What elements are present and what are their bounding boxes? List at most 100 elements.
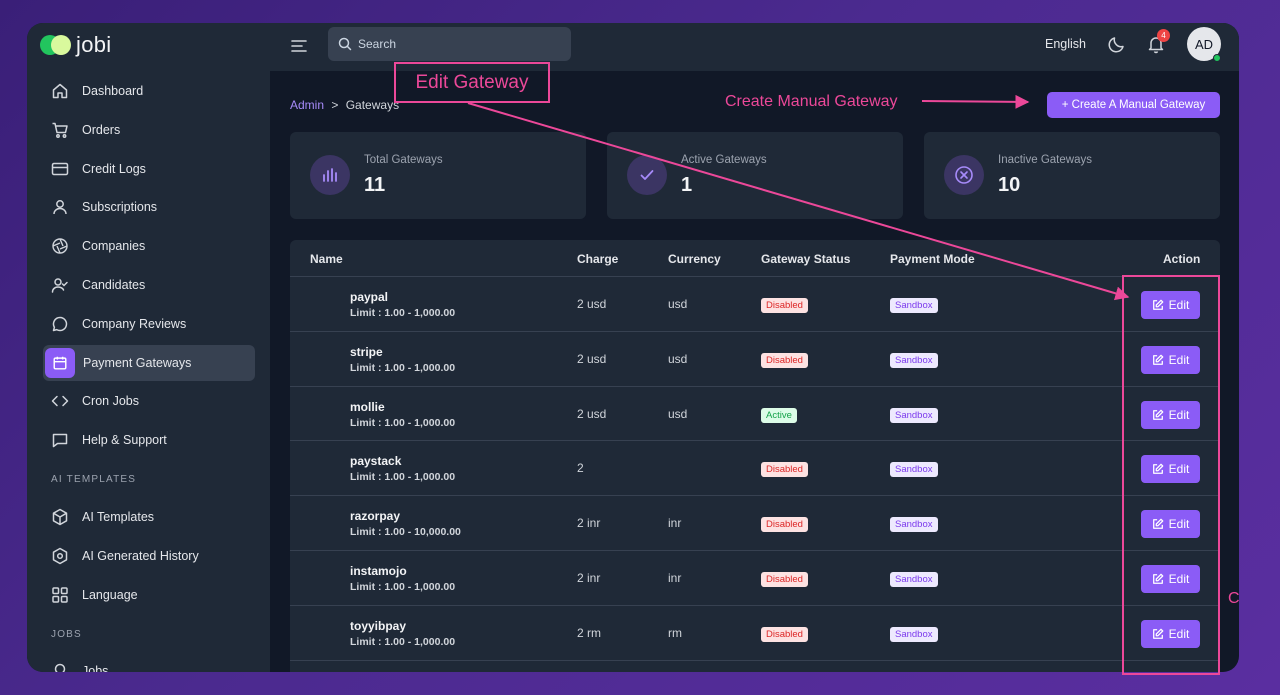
gateway-name: razorpay [350, 509, 401, 524]
online-status-dot [1213, 54, 1221, 62]
create-manual-gateway-button[interactable]: + Create A Manual Gateway [1047, 92, 1220, 118]
gateway-name: paypal [350, 290, 389, 304]
sidebar-item-label: Help & Support [82, 433, 167, 448]
menu-toggle-icon[interactable] [290, 37, 308, 55]
gateway-charge: 2 [577, 461, 584, 476]
sidebar-nav: Dashboard Orders Credit Logs Subscriptions C… [43, 73, 255, 672]
gateway-name: instamojo [350, 563, 407, 578]
gateway-currency: inr [668, 516, 682, 531]
sidebar-item-label: Jobs [82, 664, 109, 672]
check-icon [627, 155, 667, 195]
table-row: paypal Limit : 1.00 - 1,000.00 2 usd usd Dis… [290, 277, 1220, 332]
sidebar-item-subscriptions[interactable]: Subscriptions [43, 189, 255, 225]
logo[interactable]: jobi [40, 32, 111, 58]
sidebar-item-companies[interactable]: Companies [43, 228, 255, 264]
calendar-icon [45, 347, 75, 378]
notification-badge: 4 [1157, 29, 1170, 42]
col-header-mode: Payment Mode [890, 252, 975, 266]
sidebar-item-dashboard[interactable]: Dashboard [43, 73, 255, 109]
sidebar-item-ai-generated-history[interactable]: AI Generated History [43, 538, 255, 574]
sidebar-item-label: Companies [82, 239, 146, 254]
sidebar-item-label: Credit Logs [82, 161, 146, 176]
logo-text: jobi [76, 32, 112, 57]
gateway-currency: usd [668, 351, 688, 366]
sidebar-item-language[interactable]: Language [43, 577, 255, 613]
annotation-partial-letter: C [1228, 590, 1240, 607]
sidebar-item-label: AI Generated History [82, 548, 199, 563]
sidebar-item-ai-templates[interactable]: AI Templates [43, 499, 255, 535]
status-badge: Disabled [761, 352, 808, 368]
gateway-name: toyyibpay [350, 618, 407, 633]
sidebar-item-help-support[interactable]: Help & Support [43, 422, 255, 458]
sidebar-item-candidates[interactable]: Candidates [43, 267, 255, 303]
breadcrumb-admin-link[interactable]: Admin [290, 98, 324, 112]
stat-card-inactive: Inactive Gateways 10 [924, 132, 1220, 219]
col-header-action: Action [1163, 252, 1201, 266]
logo-mark-icon-2 [51, 35, 71, 55]
sidebar-item-label: AI Templates [82, 509, 155, 524]
payment-mode-badge: Sandbox [890, 517, 938, 533]
table-row: toyyibpay Limit : 1.00 - 1,000.00 2 rm rm Di… [290, 606, 1220, 661]
gateway-currency: inr [668, 570, 682, 585]
search-placeholder: Search [358, 37, 397, 51]
stat-card-active: Active Gateways 1 [607, 132, 903, 219]
sidebar-item-label: Language [82, 587, 138, 602]
gateway-limit: Limit : 1.00 - 1,000.00 [350, 361, 456, 374]
sidebar-item-company-reviews[interactable]: Company Reviews [43, 306, 255, 342]
sidebar-item-label: Orders [82, 122, 121, 137]
sidebar-item-orders[interactable]: Orders [43, 112, 255, 148]
gateway-name: stripe [350, 344, 383, 359]
table-row: paystack Limit : 1.00 - 1,000.00 2 Disabled… [290, 441, 1220, 497]
annotation-edit-gateway: Edit Gateway [394, 62, 550, 103]
payment-mode-badge: Sandbox [890, 462, 938, 478]
payment-mode-badge: Sandbox [890, 298, 938, 313]
stat-label: Inactive Gateways [998, 154, 1092, 166]
gateway-charge: 2 inr [577, 570, 601, 585]
col-header-status: Gateway Status [761, 252, 851, 266]
table-header: Name Charge Currency Gateway Status Paym… [290, 240, 1220, 277]
user-check-icon [51, 276, 69, 294]
moon-icon[interactable] [1107, 34, 1127, 54]
code-icon [51, 392, 69, 410]
user-icon [51, 198, 69, 216]
gateway-charge: 2 usd [577, 406, 607, 421]
sidebar-item-label: Candidates [82, 277, 146, 292]
col-header-currency: Currency [668, 252, 721, 266]
col-header-name: Name [310, 252, 343, 266]
gateway-charge: 2 usd [577, 351, 607, 366]
aperture-icon [51, 237, 69, 255]
x-circle-icon [944, 155, 984, 195]
payment-mode-badge: Sandbox [890, 571, 938, 587]
payment-mode-badge: Sandbox [890, 352, 938, 368]
status-badge: Disabled [761, 298, 808, 313]
gateway-charge: 2 usd [577, 297, 607, 311]
bar-chart-icon [310, 155, 350, 195]
sidebar-item-credit-logs[interactable]: Credit Logs [43, 151, 255, 187]
table-row: stripe Limit : 1.00 - 1,000.00 2 usd usd Dis… [290, 332, 1220, 387]
stat-value: 1 [681, 174, 693, 196]
sidebar-item-payment-gateways[interactable]: Payment Gateways [43, 344, 255, 381]
gateway-currency: usd [668, 406, 688, 421]
cube-icon [51, 508, 69, 526]
status-badge: Active [761, 407, 797, 423]
sidebar-item-jobs[interactable]: Jobs [43, 653, 255, 672]
gateway-charge: 2 rm [577, 625, 601, 640]
status-badge: Disabled [761, 626, 808, 642]
language-selector[interactable]: English [1045, 37, 1086, 51]
cart-icon [51, 121, 69, 139]
status-badge: Disabled [761, 571, 808, 587]
gateway-charge: 2 inr [577, 516, 601, 531]
app-window: jobi Dashboard Orders Credit Logs Subscript… [27, 23, 1239, 672]
breadcrumb: Admin > Gateways [290, 98, 399, 112]
gateway-limit: Limit : 1.00 - 10,000.00 [350, 526, 461, 539]
payment-mode-badge: Sandbox [890, 407, 938, 423]
table-row: instamojo Limit : 1.00 - 1,000.00 2 inr inr… [290, 551, 1220, 606]
table-row: mollie Limit : 1.00 - 1,000.00 2 usd usd Act… [290, 387, 1220, 442]
stat-card-total: Total Gateways 11 [290, 132, 586, 219]
search-icon [338, 37, 352, 51]
hexagon-icon [51, 547, 69, 565]
sidebar-item-cron-jobs[interactable]: Cron Jobs [43, 383, 255, 419]
annotation-action-column-highlight [1122, 275, 1220, 675]
search-input[interactable]: Search [328, 27, 571, 61]
gateway-limit: Limit : 1.00 - 1,000.00 [350, 416, 456, 429]
